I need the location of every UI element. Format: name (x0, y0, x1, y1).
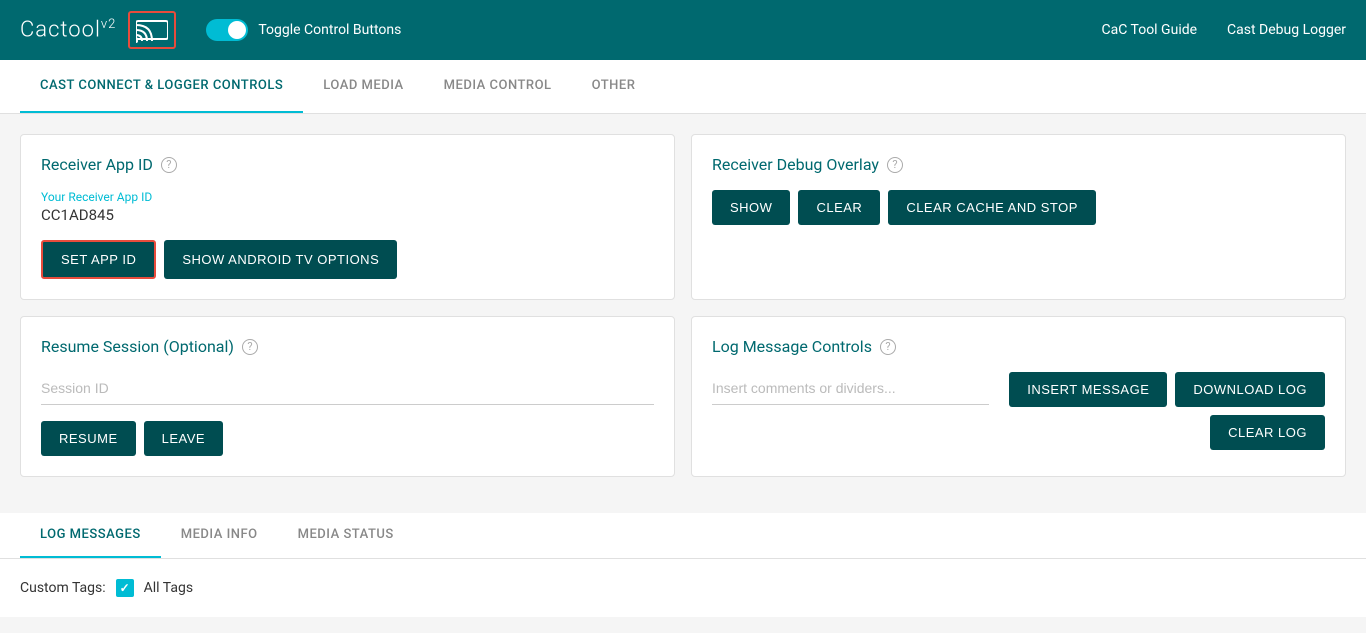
session-id-input[interactable] (41, 372, 654, 405)
receiver-app-id-card: Receiver App ID ? Your Receiver App ID C… (20, 134, 675, 300)
log-comment-input[interactable] (712, 372, 989, 405)
toggle-label: Toggle Control Buttons (258, 22, 401, 38)
receiver-debug-title: Receiver Debug Overlay ? (712, 155, 1325, 174)
receiver-app-id-title: Receiver App ID ? (41, 155, 654, 174)
log-input-section (712, 372, 989, 421)
cast-icon-box[interactable] (128, 11, 176, 49)
receiver-app-id-buttons: SET APP ID SHOW ANDROID TV OPTIONS (41, 240, 654, 279)
logo-text: Cactoolv2 (20, 17, 116, 42)
cards-grid: Receiver App ID ? Your Receiver App ID C… (20, 134, 1346, 477)
tab-media-control[interactable]: MEDIA CONTROL (424, 60, 572, 113)
tab-log-messages[interactable]: LOG MESSAGES (20, 513, 161, 558)
app-header: Cactoolv2 Toggle Control Buttons CaC Too… (0, 0, 1366, 60)
resume-button[interactable]: RESUME (41, 421, 136, 456)
log-buttons: INSERT MESSAGE DOWNLOAD LOG CLEAR LOG (1009, 372, 1325, 450)
receiver-debug-card: Receiver Debug Overlay ? SHOW CLEAR CLEA… (691, 134, 1346, 300)
clear-cache-stop-button[interactable]: CLEAR CACHE AND STOP (888, 190, 1096, 225)
resume-session-title: Resume Session (Optional) ? (41, 337, 654, 356)
receiver-debug-buttons: SHOW CLEAR CLEAR CACHE AND STOP (712, 190, 1325, 225)
tab-cast-connect[interactable]: CAST CONNECT & LOGGER CONTROLS (20, 60, 303, 113)
log-message-title: Log Message Controls ? (712, 337, 1325, 356)
show-android-tv-options-button[interactable]: SHOW ANDROID TV OPTIONS (164, 240, 397, 279)
custom-tags-row: Custom Tags: All Tags (20, 579, 1346, 597)
main-tab-nav: CAST CONNECT & LOGGER CONTROLS LOAD MEDI… (0, 60, 1366, 114)
cac-tool-guide-link[interactable]: CaC Tool Guide (1102, 22, 1198, 38)
log-btn-row-2: CLEAR LOG (1210, 415, 1325, 450)
logo: Cactoolv2 (20, 11, 176, 49)
set-app-id-button[interactable]: SET APP ID (41, 240, 156, 279)
download-log-button[interactable]: DOWNLOAD LOG (1175, 372, 1325, 407)
clear-log-button[interactable]: CLEAR LOG (1210, 415, 1325, 450)
custom-tags-label: Custom Tags: (20, 580, 106, 596)
all-tags-label: All Tags (144, 580, 193, 596)
bottom-tab-nav: LOG MESSAGES MEDIA INFO MEDIA STATUS (0, 513, 1366, 559)
log-message-controls-card: Log Message Controls ? INSERT MESSAGE DO… (691, 316, 1346, 477)
toggle-switch[interactable] (206, 19, 248, 41)
toggle-section: Toggle Control Buttons (206, 19, 401, 41)
app-id-sub-label: Your Receiver App ID (41, 190, 654, 204)
session-buttons: RESUME LEAVE (41, 421, 654, 456)
receiver-app-id-help-icon[interactable]: ? (161, 157, 177, 173)
header-nav: CaC Tool Guide Cast Debug Logger (1102, 22, 1347, 38)
cast-debug-logger-link[interactable]: Cast Debug Logger (1227, 22, 1346, 38)
bottom-content: Custom Tags: All Tags (0, 559, 1366, 617)
app-id-value: CC1AD845 (41, 206, 654, 224)
receiver-debug-help-icon[interactable]: ? (887, 157, 903, 173)
tab-media-info[interactable]: MEDIA INFO (161, 513, 278, 558)
clear-debug-button[interactable]: CLEAR (798, 190, 880, 225)
tab-media-status[interactable]: MEDIA STATUS (278, 513, 414, 558)
cast-icon (136, 17, 168, 43)
resume-session-help-icon[interactable]: ? (242, 339, 258, 355)
show-debug-button[interactable]: SHOW (712, 190, 790, 225)
all-tags-checkbox[interactable] (116, 579, 134, 597)
resume-session-card: Resume Session (Optional) ? RESUME LEAVE (20, 316, 675, 477)
tab-other[interactable]: OTHER (572, 60, 656, 113)
log-btn-row-1: INSERT MESSAGE DOWNLOAD LOG (1009, 372, 1325, 407)
tab-load-media[interactable]: LOAD MEDIA (303, 60, 423, 113)
main-content: Receiver App ID ? Your Receiver App ID C… (0, 114, 1366, 513)
toggle-knob (228, 21, 246, 39)
insert-message-button[interactable]: INSERT MESSAGE (1009, 372, 1167, 407)
log-message-help-icon[interactable]: ? (880, 339, 896, 355)
log-card-inner: INSERT MESSAGE DOWNLOAD LOG CLEAR LOG (712, 372, 1325, 450)
leave-button[interactable]: LEAVE (144, 421, 223, 456)
